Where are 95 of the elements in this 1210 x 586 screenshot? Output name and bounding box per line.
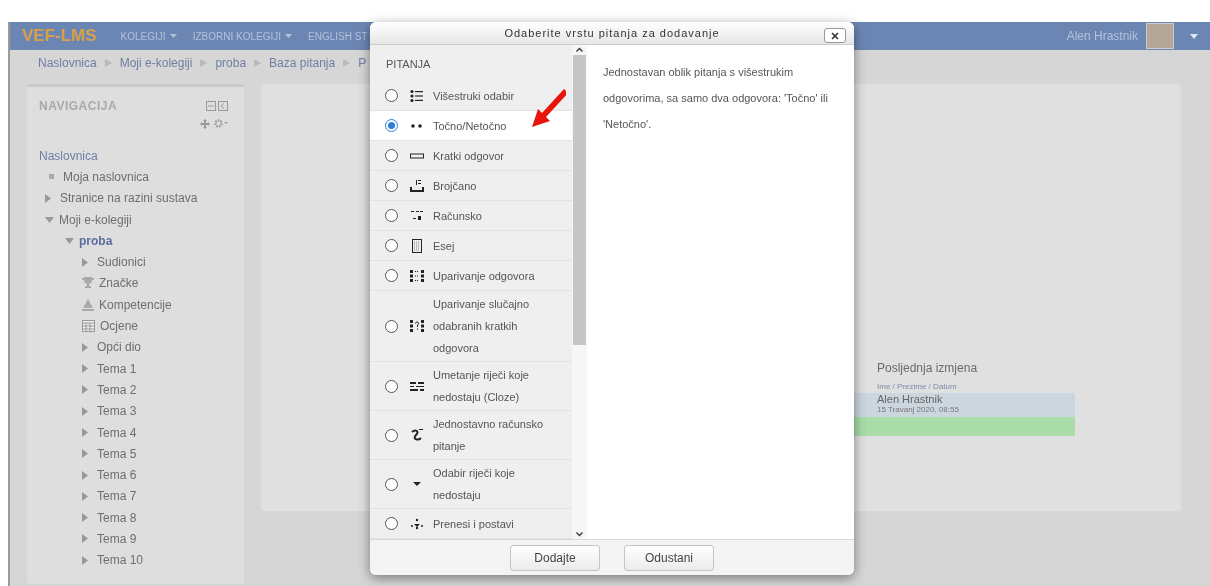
caret-icon: [285, 34, 292, 38]
tree-item[interactable]: Tema 2: [97, 380, 137, 399]
dock-icons: [206, 101, 228, 111]
option-label: Prenesi i postavi: [433, 516, 514, 532]
option-label: Točno/Netočno: [433, 118, 507, 134]
nav-menu[interactable]: KOLEGIJI: [120, 28, 177, 44]
radio-button[interactable]: [385, 319, 398, 333]
tree-item[interactable]: Naslovnica: [39, 146, 98, 165]
tree-item[interactable]: Tema 10: [97, 551, 144, 570]
tree-item[interactable]: Značke: [99, 274, 139, 293]
option-label: Uparivanje slučajno odabranih kratkih odgovora: [433, 297, 530, 357]
close-button[interactable]: [824, 28, 846, 43]
tree-item[interactable]: Moja naslovnica: [63, 167, 150, 186]
radio-button[interactable]: [385, 379, 398, 393]
caret-icon: [1190, 33, 1198, 39]
option-label: Uparivanje odgovora: [433, 268, 535, 284]
dialog-button[interactable]: Odustani: [624, 544, 714, 571]
tree-item[interactable]: Tema 4: [97, 423, 137, 442]
move-icon: [200, 119, 210, 129]
option-label: Esej: [433, 238, 455, 254]
user-name: Alen Hrastnik: [877, 393, 944, 405]
breadcrumb-link[interactable]: proba: [215, 54, 247, 72]
caret-icon: [169, 34, 177, 38]
radio-button[interactable]: [385, 119, 398, 133]
radio-button[interactable]: [385, 477, 398, 491]
nav-menu[interactable]: ENGLISH ST: [308, 28, 368, 44]
option-label: Kratki odgovor: [433, 148, 504, 164]
tree-item[interactable]: Ocjene: [100, 317, 139, 335]
option-label: Računsko: [433, 208, 482, 224]
radio-button[interactable]: [385, 517, 398, 531]
bullet-icon: [49, 174, 54, 180]
squiggle-icon: [410, 428, 424, 443]
gear-icon: [214, 119, 228, 128]
option-label: Umetanje riječi koje nedostaju (Cloze): [433, 368, 530, 406]
tree-item[interactable]: Tema 6: [97, 466, 137, 485]
separator-icon: [343, 59, 351, 67]
breadcrumb-link[interactable]: Moji e-kolegiji: [119, 54, 193, 72]
tree-item[interactable]: Sudionici: [97, 253, 146, 272]
column-heading: Posljednja izmjena: [876, 360, 979, 377]
question-type-option[interactable]: Uparivanje odgovora: [370, 261, 572, 292]
radio-button[interactable]: [385, 239, 398, 253]
separator-icon: [104, 59, 112, 67]
column-subheading: Ime / Prezime / Datum: [876, 381, 958, 393]
nav-menu[interactable]: IZBORNI KOLEGIJI: [192, 28, 292, 44]
separator-icon: [200, 59, 208, 67]
tree-item[interactable]: Tema 3: [97, 402, 137, 421]
option-label: Odabir riječi koje nedostaju: [433, 466, 516, 504]
tree-item[interactable]: Kompetencije: [99, 295, 172, 314]
tree-item[interactable]: Tema 8: [97, 508, 137, 527]
question-type-option[interactable]: Kratki odgovor: [370, 141, 572, 172]
question-type-option[interactable]: Točno/Netočno: [370, 111, 572, 142]
radio-button[interactable]: [385, 209, 398, 223]
question-grid-icon: [410, 319, 424, 334]
tree-item[interactable]: proba: [79, 231, 113, 250]
number-icon: [410, 178, 424, 193]
tree-item[interactable]: Stranice na razini sustava: [60, 189, 198, 208]
question-type-option[interactable]: Računsko: [370, 201, 572, 232]
radio-button[interactable]: [385, 428, 398, 442]
date-text: 15 Travanj 2020, 08:55: [877, 405, 960, 415]
tree-item[interactable]: Tema 5: [97, 444, 137, 463]
trophy-icon: [82, 277, 94, 290]
tree-item[interactable]: Opći dio: [97, 338, 142, 357]
gaps-icon: [410, 379, 424, 394]
option-label: Brojčano: [433, 178, 477, 194]
question-type-option[interactable]: Brojčano: [370, 171, 572, 202]
user-name[interactable]: Alen Hrastnik: [1066, 27, 1138, 45]
option-label: Jednostavno računsko pitanje: [433, 417, 545, 455]
dialog-title: Odaberite vrstu pitanja za dodavanje: [504, 25, 720, 41]
tree-item[interactable]: Tema 7: [97, 487, 137, 506]
breadcrumb-link[interactable]: Naslovnica: [38, 54, 97, 72]
radio-button[interactable]: [385, 149, 398, 163]
breadcrumb-link[interactable]: P: [358, 54, 367, 72]
pyramid-icon: [82, 298, 94, 311]
page-icon: [410, 238, 424, 253]
separator-icon: [254, 59, 262, 67]
tree-item[interactable]: Tema 1: [97, 359, 137, 378]
radio-button[interactable]: [385, 179, 398, 193]
table-icon: [82, 320, 95, 332]
question-type-option[interactable]: Esej: [370, 231, 572, 262]
dialog-button[interactable]: Dodajte: [510, 544, 600, 571]
close-icon: [831, 31, 839, 40]
pointer-arrow: [530, 87, 566, 129]
matching-icon: [410, 268, 424, 283]
scrollbar[interactable]: [572, 45, 587, 540]
list-icon: [410, 88, 424, 103]
formula-icon: [410, 208, 424, 223]
description-text: Jednostavan oblik pitanja s višestrukim odgovorima, sa samo dva odgovora: 'Točno' ili 'Netočno'.: [603, 65, 829, 133]
radio-button[interactable]: [385, 89, 398, 103]
tree-item[interactable]: Moji e-kolegiji: [59, 210, 132, 229]
breadcrumb-link[interactable]: Baza pitanja: [269, 54, 336, 72]
option-label: Višestruki odabir: [433, 88, 515, 104]
section-title: PITANJA: [386, 57, 431, 73]
tree-item[interactable]: Tema 9: [97, 530, 137, 548]
drag-drop-icon: [410, 516, 424, 531]
radio-button[interactable]: [385, 269, 398, 283]
